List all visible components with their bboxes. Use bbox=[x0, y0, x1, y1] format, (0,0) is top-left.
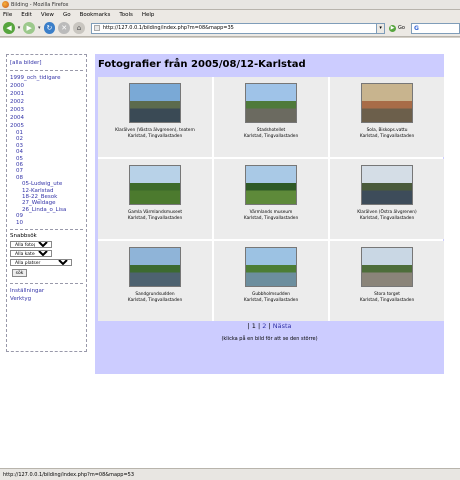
divider bbox=[10, 70, 83, 71]
photo-location: Karlstad, Tingvallastaden bbox=[359, 297, 415, 303]
tools-link[interactable]: Verktyg bbox=[10, 295, 83, 303]
home-button[interactable]: ⌂ bbox=[73, 22, 85, 34]
menu-bookmarks[interactable]: Bookmarks bbox=[80, 12, 111, 18]
photo-cell: Värmlands museum Karlstad, Tingvallastade… bbox=[214, 159, 328, 239]
photo-thumbnail[interactable] bbox=[129, 83, 181, 123]
settings-link[interactable]: Inställningar bbox=[10, 287, 83, 295]
place-select[interactable]: Alla platser bbox=[10, 259, 72, 267]
category-select[interactable]: Alla kategorier bbox=[10, 250, 52, 258]
all-images-link[interactable]: [alla bilder] bbox=[10, 59, 83, 67]
photo-location: Karlstad, Tingvallastaden bbox=[359, 215, 415, 221]
quicksearch-label: Snabbsök bbox=[10, 233, 37, 240]
photo-thumbnail[interactable] bbox=[361, 247, 413, 287]
go-arrow-icon: ▶ bbox=[389, 24, 396, 32]
status-bar: http://127.0.0.1/bilding/index.php?m=08&… bbox=[0, 468, 460, 480]
menu-tools[interactable]: Tools bbox=[119, 12, 133, 18]
photo-location: Karlstad, Tingvallastaden bbox=[243, 133, 299, 139]
menu-file[interactable]: File bbox=[3, 12, 12, 18]
page-content: [alla bilder] 1999_och_tidigare 2000 200… bbox=[0, 38, 460, 468]
url-dropdown-icon[interactable]: ▾ bbox=[377, 22, 385, 34]
url-text[interactable]: http://127.0.0.1/bilding/index.php?m=08&… bbox=[103, 25, 234, 31]
go-button[interactable]: ▶ Go bbox=[389, 24, 405, 32]
photo-cell: Stadshotellet Karlstad, Tingvallastaden bbox=[214, 77, 328, 157]
photo-location: Karlstad, Tingvallastaden bbox=[127, 297, 183, 303]
year-link[interactable]: 2005 bbox=[10, 122, 83, 130]
forward-dropdown-icon[interactable]: ▾ bbox=[38, 25, 41, 31]
page-title: Fotografier från 2005/08/12-Karlstad bbox=[98, 59, 306, 70]
gallery-panel: Fotografier från 2005/08/12-Karlstad Kla… bbox=[95, 54, 444, 374]
search-input[interactable]: G bbox=[410, 22, 460, 34]
sidebar: [alla bilder] 1999_och_tidigare 2000 200… bbox=[6, 54, 87, 352]
window-titlebar: Bilding - Mozilla Firefox bbox=[0, 0, 460, 10]
menu-help[interactable]: Help bbox=[142, 12, 155, 18]
year-link[interactable]: 2000 bbox=[10, 82, 83, 90]
status-text: http://127.0.0.1/bilding/index.php?m=08&… bbox=[3, 471, 134, 478]
photo-location: Karlstad, Tingvallastaden bbox=[127, 133, 183, 139]
go-label: Go bbox=[398, 25, 405, 31]
photo-cell: Gubbholmsudden Karlstad, Tingvallastaden bbox=[214, 241, 328, 321]
photo-thumbnail[interactable] bbox=[361, 83, 413, 123]
divider bbox=[10, 283, 83, 285]
back-dropdown-icon[interactable]: ▾ bbox=[18, 25, 21, 31]
menu-go[interactable]: Go bbox=[63, 12, 71, 18]
photo-cell: Klarälven (Västra älvgrenen), teatern Kar… bbox=[98, 77, 212, 157]
photo-thumbnail[interactable] bbox=[129, 165, 181, 205]
stop-button[interactable]: ✕ bbox=[58, 22, 71, 34]
navigation-toolbar: ◀ ▾ ▶ ▾ ↻ ✕ ⌂ http://127.0.0.1/bilding/i… bbox=[0, 20, 460, 37]
forward-button[interactable]: ▶ bbox=[23, 22, 36, 34]
click-hint: (klicka på en bild för att se den större… bbox=[221, 336, 318, 342]
pager-separator: | bbox=[268, 322, 271, 330]
pager-page-2-link[interactable]: 2 bbox=[262, 322, 266, 330]
url-bar[interactable]: http://127.0.0.1/bilding/index.php?m=08&… bbox=[90, 22, 378, 34]
reload-button[interactable]: ↻ bbox=[43, 22, 56, 34]
photo-thumbnail[interactable] bbox=[245, 83, 297, 123]
photo-location: Karlstad, Tingvallastaden bbox=[127, 215, 183, 221]
menu-view[interactable]: View bbox=[41, 12, 54, 18]
photo-cell: Stora torget Karlstad, Tingvallastaden bbox=[330, 241, 444, 321]
back-button[interactable]: ◀ bbox=[3, 22, 15, 34]
month-link[interactable]: 10 bbox=[10, 220, 83, 226]
photo-thumbnail[interactable] bbox=[129, 247, 181, 287]
pager-next-link[interactable]: Nästa bbox=[273, 322, 292, 330]
pager-current: | 1 | bbox=[247, 322, 261, 330]
divider bbox=[10, 229, 83, 231]
pagination: | 1 | 2 | Nästa bbox=[95, 322, 444, 330]
year-link[interactable]: 2001 bbox=[10, 90, 83, 98]
photo-cell: Sola, Biskops.vattu Karlstad, Tingvallast… bbox=[330, 77, 444, 157]
photo-cell: Sandgrundsudden Karlstad, Tingvallastaden bbox=[98, 241, 212, 321]
menu-edit[interactable]: Edit bbox=[21, 12, 32, 18]
year-link[interactable]: 2002 bbox=[10, 98, 83, 106]
photo-cell: Gamla Värmlandsmuseet Karlstad, Tingvalla… bbox=[98, 159, 212, 239]
google-icon: G bbox=[413, 24, 419, 32]
photo-location: Karlstad, Tingvallastaden bbox=[243, 297, 299, 303]
menu-bar: File Edit View Go Bookmarks Tools Help bbox=[0, 10, 460, 20]
photo-grid: Klarälven (Västra älvgrenen), teatern Kar… bbox=[98, 77, 444, 321]
photo-location: Karlstad, Tingvallastaden bbox=[243, 215, 299, 221]
photo-thumbnail[interactable] bbox=[245, 165, 297, 205]
photo-thumbnail[interactable] bbox=[361, 165, 413, 205]
photographer-select[interactable]: Alla fotografer bbox=[10, 241, 52, 249]
year-link[interactable]: 2003 bbox=[10, 106, 83, 114]
year-link[interactable]: 1999_och_tidigare bbox=[10, 74, 83, 82]
photo-cell: Klarälven (Östra älvgrenen) Karlstad, Tin… bbox=[330, 159, 444, 239]
search-button[interactable]: sök bbox=[12, 269, 27, 278]
photo-thumbnail[interactable] bbox=[245, 247, 297, 287]
firefox-icon bbox=[2, 1, 9, 8]
photo-location: Karlstad, Tingvallastaden bbox=[359, 133, 415, 139]
year-link[interactable]: 2004 bbox=[10, 114, 83, 122]
window-title: Bilding - Mozilla Firefox bbox=[11, 1, 69, 8]
page-icon bbox=[93, 25, 100, 31]
